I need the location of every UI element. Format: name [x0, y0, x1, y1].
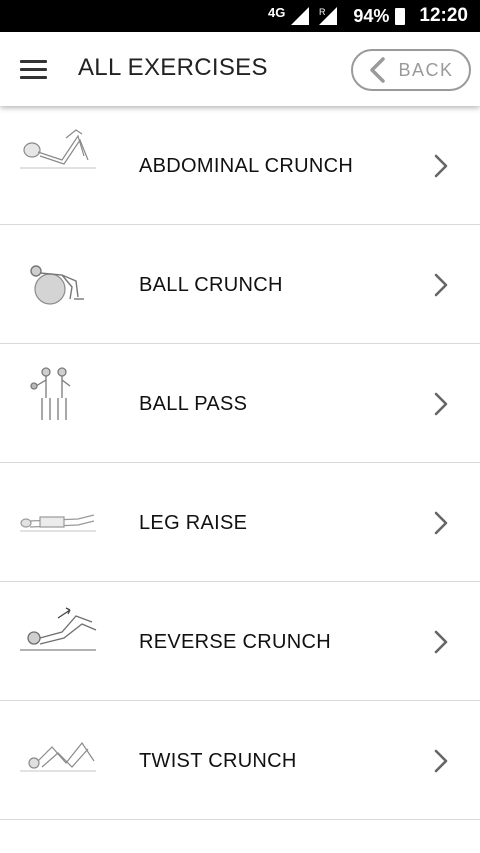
chevron-right-icon — [434, 392, 448, 416]
exercise-list: ABDOMINAL CRUNCH BALL CRUNCH BALL PASS L… — [0, 106, 480, 820]
signal-roaming-icon: R — [319, 7, 338, 25]
page-title: ALL EXERCISES — [78, 54, 268, 81]
status-bar: 4G R 94% 12:20 — [0, 0, 480, 32]
twist-crunch-illustration — [20, 741, 96, 772]
battery-icon — [395, 7, 406, 25]
back-button[interactable]: BACK — [351, 49, 471, 91]
list-item[interactable]: BALL CRUNCH — [0, 225, 480, 344]
chevron-right-icon — [434, 511, 448, 535]
reverse-crunch-illustration — [20, 607, 97, 651]
signal-icon — [291, 7, 310, 25]
exercise-name: REVERSE CRUNCH — [139, 631, 332, 653]
abdominal-crunch-illustration — [20, 129, 96, 169]
roaming-indicator: R — [319, 7, 326, 17]
network-type: 4G — [268, 4, 286, 20]
list-item[interactable]: BALL PASS — [0, 344, 480, 463]
list-item[interactable]: REVERSE CRUNCH — [0, 582, 480, 701]
exercise-name: ABDOMINAL CRUNCH — [139, 155, 354, 177]
exercise-name: BALL CRUNCH — [139, 274, 283, 296]
list-item[interactable]: LEG RAISE — [0, 463, 480, 582]
list-item[interactable]: ABDOMINAL CRUNCH — [0, 106, 480, 225]
exercise-name: TWIST CRUNCH — [139, 750, 297, 772]
list-item[interactable]: TWIST CRUNCH — [0, 701, 480, 820]
menu-icon[interactable] — [20, 60, 47, 80]
chevron-right-icon — [434, 273, 448, 297]
battery-percent: 94% — [353, 5, 390, 26]
ball-crunch-illustration — [30, 265, 84, 305]
chevron-left-icon — [370, 57, 386, 83]
chevron-right-icon — [434, 630, 448, 654]
exercise-name: BALL PASS — [139, 393, 248, 415]
leg-raise-illustration — [20, 514, 96, 532]
app-bar: ALL EXERCISES BACK — [0, 32, 480, 106]
back-button-label: BACK — [398, 59, 454, 80]
chevron-right-icon — [434, 749, 448, 773]
chevron-right-icon — [434, 154, 448, 178]
exercise-name: LEG RAISE — [139, 512, 248, 534]
clock: 12:20 — [419, 5, 468, 26]
ball-pass-illustration — [30, 367, 71, 420]
